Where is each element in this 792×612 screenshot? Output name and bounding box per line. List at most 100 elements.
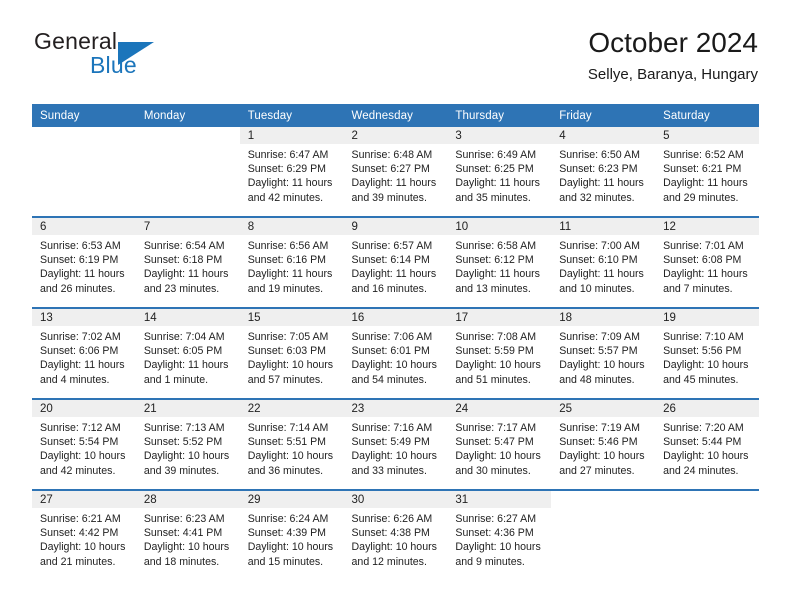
daylight-line-1: Daylight: 10 hours <box>663 450 749 463</box>
day-details: Sunrise: 6:26 AM Sunset: 4:38 PM Daylight:… <box>344 508 448 569</box>
day-cell-content: 1 Sunrise: 6:47 AM Sunset: 6:29 PM Daylight… <box>239 127 344 216</box>
daylight-line-2: and 9 minutes. <box>455 555 525 568</box>
day-cell-empty <box>655 491 759 580</box>
calendar-day-cell[interactable]: 23 Sunrise: 7:16 AM Sunset: 5:49 PM Dayligh… <box>343 398 448 490</box>
calendar-day-cell[interactable]: 28 Sunrise: 6:23 AM Sunset: 4:41 PM Dayligh… <box>135 489 240 580</box>
day-number: 24 <box>447 400 552 417</box>
day-cell-content: 28 Sunrise: 6:23 AM Sunset: 4:41 PM Dayligh… <box>135 491 240 580</box>
calendar-day-cell <box>551 489 656 580</box>
day-number <box>32 127 136 144</box>
day-number: 19 <box>655 309 759 326</box>
calendar-day-cell[interactable]: 7 Sunrise: 6:54 AM Sunset: 6:18 PM Daylight… <box>135 216 240 308</box>
daylight-line-1: Daylight: 10 hours <box>351 450 437 463</box>
daylight-line-1: Daylight: 10 hours <box>143 450 230 463</box>
day-number: 3 <box>447 127 552 144</box>
calendar-day-cell[interactable]: 22 Sunrise: 7:14 AM Sunset: 5:51 PM Dayligh… <box>239 398 344 490</box>
day-details: Sunrise: 6:54 AM Sunset: 6:18 PM Daylight:… <box>136 235 240 296</box>
daylight-line-1: Daylight: 10 hours <box>143 541 230 554</box>
day-number: 29 <box>239 491 344 508</box>
calendar-day-cell[interactable]: 12 Sunrise: 7:01 AM Sunset: 6:08 PM Dayligh… <box>655 216 759 308</box>
day-details: Sunrise: 7:14 AM Sunset: 5:51 PM Daylight:… <box>240 417 344 478</box>
calendar-day-cell[interactable]: 18 Sunrise: 7:09 AM Sunset: 5:57 PM Dayligh… <box>551 307 656 399</box>
daylight-line-2: and 33 minutes. <box>351 464 427 477</box>
day-details: Sunrise: 6:53 AM Sunset: 6:19 PM Daylight:… <box>32 235 136 296</box>
daylight-line-2: and 1 minute. <box>143 373 209 386</box>
calendar-day-cell[interactable]: 3 Sunrise: 6:49 AM Sunset: 6:25 PM Daylight… <box>447 127 552 217</box>
sunset-line: Sunset: 5:59 PM <box>455 345 534 358</box>
sunset-line: Sunset: 4:38 PM <box>351 527 430 540</box>
day-details: Sunrise: 7:08 AM Sunset: 5:59 PM Daylight:… <box>447 326 551 387</box>
calendar-day-cell[interactable]: 1 Sunrise: 6:47 AM Sunset: 6:29 PM Daylight… <box>239 127 344 217</box>
sunrise-line: Sunrise: 6:56 AM <box>247 240 329 252</box>
calendar-day-cell[interactable]: 19 Sunrise: 7:10 AM Sunset: 5:56 PM Dayligh… <box>655 307 759 399</box>
day-cell-content: 9 Sunrise: 6:57 AM Sunset: 6:14 PM Daylight… <box>343 218 448 307</box>
daylight-line-1: Daylight: 10 hours <box>351 541 437 554</box>
sunset-line: Sunset: 6:14 PM <box>351 254 430 267</box>
sunset-line: Sunset: 5:47 PM <box>455 436 534 449</box>
title-block: October 2024 Sellye, Baranya, Hungary <box>588 26 758 86</box>
calendar-day-cell[interactable]: 24 Sunrise: 7:17 AM Sunset: 5:47 PM Dayligh… <box>447 398 552 490</box>
day-cell-content: 4 Sunrise: 6:50 AM Sunset: 6:23 PM Daylight… <box>551 127 656 216</box>
day-cell-content: 12 Sunrise: 7:01 AM Sunset: 6:08 PM Dayligh… <box>655 218 759 307</box>
daylight-line-2: and 35 minutes. <box>455 191 531 204</box>
calendar-day-cell[interactable]: 13 Sunrise: 7:02 AM Sunset: 6:06 PM Dayligh… <box>32 307 136 399</box>
calendar-day-cell[interactable]: 30 Sunrise: 6:26 AM Sunset: 4:38 PM Dayligh… <box>343 489 448 580</box>
page-title: October 2024 <box>588 27 758 58</box>
day-number: 15 <box>239 309 344 326</box>
day-cell-content: 24 Sunrise: 7:17 AM Sunset: 5:47 PM Dayligh… <box>447 400 552 489</box>
daylight-line-2: and 32 minutes. <box>559 191 635 204</box>
sunset-line: Sunset: 5:52 PM <box>143 436 223 449</box>
sunrise-line: Sunrise: 6:50 AM <box>559 149 640 161</box>
sunset-line: Sunset: 6:16 PM <box>247 254 327 267</box>
calendar-body: 1 Sunrise: 6:47 AM Sunset: 6:29 PM Daylight… <box>32 127 759 580</box>
calendar-day-cell[interactable]: 10 Sunrise: 6:58 AM Sunset: 6:12 PM Dayligh… <box>447 216 552 308</box>
day-details: Sunrise: 7:16 AM Sunset: 5:49 PM Daylight:… <box>344 417 448 478</box>
calendar-day-cell[interactable]: 4 Sunrise: 6:50 AM Sunset: 6:23 PM Daylight… <box>551 127 656 217</box>
daylight-line-1: Daylight: 10 hours <box>40 541 126 554</box>
day-details: Sunrise: 7:20 AM Sunset: 5:44 PM Daylight:… <box>655 417 759 478</box>
calendar-day-cell[interactable]: 17 Sunrise: 7:08 AM Sunset: 5:59 PM Dayligh… <box>447 307 552 399</box>
calendar-day-cell[interactable]: 21 Sunrise: 7:13 AM Sunset: 5:52 PM Dayligh… <box>135 398 240 490</box>
day-details: Sunrise: 6:56 AM Sunset: 6:16 PM Daylight:… <box>240 235 344 296</box>
day-number: 7 <box>135 218 240 235</box>
day-cell-content: 14 Sunrise: 7:04 AM Sunset: 6:05 PM Dayligh… <box>135 309 240 398</box>
sunrise-line: Sunrise: 6:58 AM <box>455 240 537 252</box>
day-details: Sunrise: 6:23 AM Sunset: 4:41 PM Daylight:… <box>136 508 240 569</box>
day-number: 6 <box>32 218 136 235</box>
weekday-header-row: Sunday Monday Tuesday Wednesday Thursday… <box>32 104 759 127</box>
calendar-day-cell[interactable]: 14 Sunrise: 7:04 AM Sunset: 6:05 PM Dayligh… <box>135 307 240 399</box>
daylight-line-1: Daylight: 10 hours <box>40 450 126 463</box>
weekday-header-wednesday: Wednesday <box>343 104 448 127</box>
daylight-line-1: Daylight: 11 hours <box>663 177 748 190</box>
sunrise-line: Sunrise: 6:24 AM <box>247 513 329 525</box>
sunset-line: Sunset: 6:25 PM <box>455 163 534 176</box>
calendar-day-cell[interactable]: 9 Sunrise: 6:57 AM Sunset: 6:14 PM Daylight… <box>343 216 448 308</box>
sunset-line: Sunset: 5:49 PM <box>351 436 430 449</box>
calendar-day-cell[interactable]: 8 Sunrise: 6:56 AM Sunset: 6:16 PM Daylight… <box>239 216 344 308</box>
day-cell-content: 16 Sunrise: 7:06 AM Sunset: 6:01 PM Dayligh… <box>343 309 448 398</box>
day-cell-content: 19 Sunrise: 7:10 AM Sunset: 5:56 PM Dayligh… <box>655 309 759 398</box>
calendar-day-cell[interactable]: 25 Sunrise: 7:19 AM Sunset: 5:46 PM Dayligh… <box>551 398 656 490</box>
calendar-day-cell[interactable]: 29 Sunrise: 6:24 AM Sunset: 4:39 PM Dayligh… <box>239 489 344 580</box>
calendar-day-cell[interactable]: 15 Sunrise: 7:05 AM Sunset: 6:03 PM Dayligh… <box>239 307 344 399</box>
calendar-day-cell[interactable]: 6 Sunrise: 6:53 AM Sunset: 6:19 PM Daylight… <box>32 216 136 308</box>
day-cell-content: 13 Sunrise: 7:02 AM Sunset: 6:06 PM Dayligh… <box>32 309 136 398</box>
weekday-header-thursday: Thursday <box>447 104 552 127</box>
calendar-day-cell[interactable]: 26 Sunrise: 7:20 AM Sunset: 5:44 PM Dayligh… <box>655 398 759 490</box>
sunrise-line: Sunrise: 7:13 AM <box>143 422 225 434</box>
calendar-day-cell[interactable]: 5 Sunrise: 6:52 AM Sunset: 6:21 PM Daylight… <box>655 127 759 217</box>
calendar-day-cell[interactable]: 27 Sunrise: 6:21 AM Sunset: 4:42 PM Dayligh… <box>32 489 136 580</box>
calendar-day-cell <box>32 127 136 217</box>
day-cell-content: 23 Sunrise: 7:16 AM Sunset: 5:49 PM Dayligh… <box>343 400 448 489</box>
calendar-day-cell[interactable]: 11 Sunrise: 7:00 AM Sunset: 6:10 PM Dayligh… <box>551 216 656 308</box>
daylight-line-1: Daylight: 10 hours <box>351 359 437 372</box>
calendar-day-cell[interactable]: 2 Sunrise: 6:48 AM Sunset: 6:27 PM Daylight… <box>343 127 448 217</box>
calendar-day-cell[interactable]: 20 Sunrise: 7:12 AM Sunset: 5:54 PM Dayligh… <box>32 398 136 490</box>
calendar-day-cell[interactable]: 16 Sunrise: 7:06 AM Sunset: 6:01 PM Dayligh… <box>343 307 448 399</box>
calendar-day-cell[interactable]: 31 Sunrise: 6:27 AM Sunset: 4:36 PM Dayligh… <box>447 489 552 580</box>
daylight-line-2: and 48 minutes. <box>559 373 635 386</box>
day-cell-content: 26 Sunrise: 7:20 AM Sunset: 5:44 PM Dayligh… <box>655 400 759 489</box>
general-blue-logo[interactable]: General Blue <box>34 28 264 88</box>
day-details: Sunrise: 6:49 AM Sunset: 6:25 PM Daylight:… <box>447 144 551 205</box>
day-number: 2 <box>343 127 448 144</box>
